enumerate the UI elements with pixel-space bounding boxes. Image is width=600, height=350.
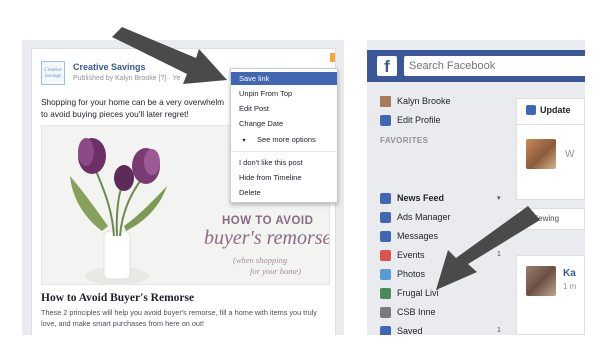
menu-item-edit-post[interactable]: Edit Post: [231, 104, 337, 113]
news-feed-column: Update W ◷ Viewing Ka 1 m: [516, 90, 585, 335]
sidebar-item-messages[interactable]: Messages: [380, 228, 438, 244]
favorites-heading: FAVORITES: [380, 136, 429, 145]
menu-item-see-more[interactable]: ▼ See more options: [231, 135, 337, 144]
story-card: Ka 1 m: [516, 255, 585, 335]
nav-icon: [380, 230, 391, 242]
page-name-link[interactable]: Creative Savings: [73, 62, 146, 72]
profile-name: Kalyn Brooke: [397, 96, 451, 106]
avatar: [380, 95, 391, 107]
post-options-menu: Save link Unpin From Top Edit Post Chang…: [230, 68, 338, 203]
story-timestamp: 1 m: [563, 282, 577, 291]
sidebar-item-label: Photos: [397, 269, 426, 279]
sidebar-item-csb-inne[interactable]: CSB Inne: [380, 304, 436, 320]
menu-item-dont-like[interactable]: I don't like this post: [231, 158, 337, 167]
menu-divider: [231, 151, 337, 152]
facebook-logo[interactable]: f: [377, 56, 397, 76]
sidebar-item-count: 1: [497, 251, 501, 258]
sidebar-profile[interactable]: Kalyn Brooke: [380, 93, 451, 109]
sidebar-item-label: Messages: [397, 231, 439, 241]
sidebar-item-frugal-livi[interactable]: Frugal Livi: [380, 285, 439, 301]
sidebar-item-news-feed[interactable]: News Feed: [380, 190, 444, 206]
menu-item-hide[interactable]: Hide from Timeline: [231, 173, 337, 182]
sidebar-item-label: Ads Manager: [397, 212, 451, 222]
sidebar-item-label: Events: [397, 250, 425, 260]
sidebar-item-events[interactable]: Events: [380, 247, 425, 263]
sidebar-item-saved[interactable]: Saved: [380, 323, 423, 335]
menu-item-save-link[interactable]: Save link: [231, 72, 337, 85]
edit-profile-label: Edit Profile: [397, 115, 441, 125]
pencil-icon: [380, 114, 391, 126]
composer-placeholder[interactable]: W: [565, 149, 574, 160]
avatar[interactable]: [526, 266, 556, 296]
nav-icon: [380, 249, 391, 261]
nav-icon: [380, 192, 391, 204]
update-label: Update: [540, 105, 571, 115]
image-subtitle-2: for your home): [250, 266, 301, 276]
nav-icon: [380, 287, 391, 299]
image-script-text: buyer's remorse: [204, 227, 330, 249]
sidebar-item-label: Frugal Livi: [397, 288, 439, 298]
image-subtitle-1: (when shopping: [233, 255, 288, 265]
sidebar-item-label: Saved: [397, 326, 423, 335]
nav-icon: [380, 306, 391, 318]
caret-down-icon: ▼: [241, 138, 247, 144]
nav-icon: [380, 268, 391, 280]
avatar: [526, 139, 556, 169]
tab-update-status[interactable]: Update: [526, 105, 571, 115]
sidebar-item-label: CSB Inne: [397, 307, 436, 317]
search-input[interactable]: [404, 56, 585, 76]
link-description: These 2 principles will help you avoid b…: [41, 308, 317, 328]
sidebar-item-label: News Feed: [397, 193, 445, 203]
story-author-name[interactable]: Ka: [563, 268, 576, 279]
composer-card: Update W: [516, 98, 585, 200]
pencil-icon: [526, 105, 536, 115]
nav-icon: [380, 211, 391, 223]
sidebar-item-count[interactable]: ▾: [497, 194, 501, 202]
page-logo-line-2: Savings: [44, 73, 62, 79]
see-more-label: See more options: [257, 135, 316, 144]
post-meta: Published by Kalyn Brooke [?] · Ye: [73, 75, 181, 82]
nav-icon: [380, 325, 391, 335]
link-title[interactable]: How to Avoid Buyer's Remorse: [41, 292, 194, 304]
top-bar: f: [367, 50, 585, 82]
sidebar-item-count: 1: [497, 327, 501, 334]
image-headline: HOW TO AVOID: [222, 215, 314, 227]
menu-item-change-date[interactable]: Change Date: [231, 119, 337, 128]
pin-tag-icon: [330, 53, 335, 62]
page-logo[interactable]: Creative Savings: [41, 61, 65, 85]
menu-item-delete[interactable]: Delete: [231, 188, 337, 197]
composer-divider: [517, 124, 585, 125]
facebook-sidebar-panel: f Kalyn Brooke Edit Profile FAVORITES Ne…: [367, 40, 585, 335]
viewing-row[interactable]: ◷ Viewing: [516, 208, 585, 230]
sidebar-edit-profile[interactable]: Edit Profile: [380, 112, 441, 128]
sidebar-item-photos[interactable]: Photos: [380, 266, 425, 282]
sidebar-item-ads-manager[interactable]: Ads Manager: [380, 209, 451, 225]
menu-item-unpin[interactable]: Unpin From Top: [231, 89, 337, 98]
